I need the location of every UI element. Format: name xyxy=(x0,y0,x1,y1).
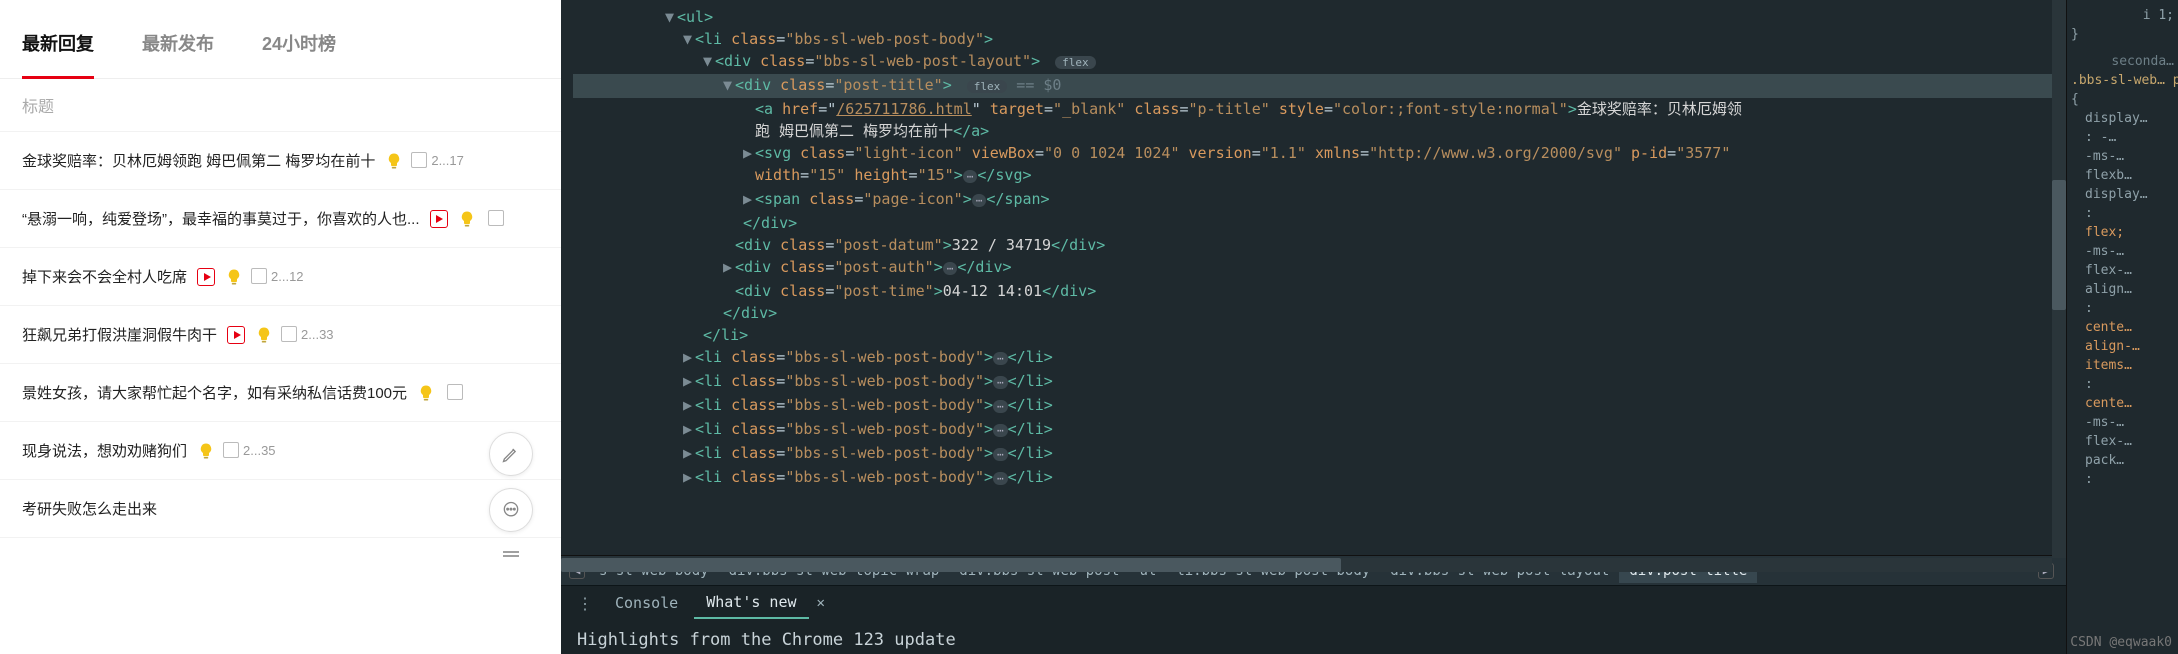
selected-dom-node[interactable]: ▼<div class="post-title"> flex == $0 xyxy=(573,74,2066,98)
tab-latest-reply[interactable]: 最新回复 xyxy=(22,30,94,79)
comment-button[interactable] xyxy=(489,488,533,532)
flex-badge[interactable]: flex xyxy=(1055,56,1096,69)
stack-icon xyxy=(490,212,504,226)
post-row[interactable]: 狂飙兄弟打假洪崖洞假牛肉干 2...33 xyxy=(0,306,561,364)
devtools-panel: ▼<ul> ▼<li class="bbs-sl-web-post-body">… xyxy=(561,0,2178,654)
post-row[interactable]: 景姓女孩，请大家帮忙起个名字，如有采纳私信话费100元 xyxy=(0,364,561,422)
watermark: CSDN @eqwaak0 xyxy=(2070,635,2172,650)
title-filter-input[interactable]: 标题 xyxy=(0,79,561,132)
drawer-headline: Highlights from the Chrome 123 update xyxy=(561,620,2066,654)
stack-icon xyxy=(413,154,427,168)
post-title[interactable]: 狂飙兄弟打假洪崖洞假牛肉干 xyxy=(22,324,217,345)
bulb-icon xyxy=(385,152,403,170)
post-title[interactable]: “悬溺一响，纯爱登场”，最幸福的事莫过于，你喜欢的人也... xyxy=(22,208,420,229)
reply-count[interactable]: 2...33 xyxy=(283,327,334,342)
reply-count[interactable]: 2...35 xyxy=(225,443,276,458)
reply-count[interactable]: 2...12 xyxy=(253,269,304,284)
bulb-icon xyxy=(255,326,273,344)
floating-toolbar xyxy=(489,432,533,564)
devtools-drawer: ⋮ Console What's new ✕ Highlights from t… xyxy=(561,585,2066,654)
bulb-icon xyxy=(197,442,215,460)
bulb-icon xyxy=(417,384,435,402)
tab-24h-rank[interactable]: 24小时榜 xyxy=(262,30,336,66)
vertical-scroll-thumb[interactable] xyxy=(2052,180,2066,310)
drawer-tab-close-icon[interactable]: ✕ xyxy=(813,595,829,611)
tab-bar: 最新回复 最新发布 24小时榜 xyxy=(0,0,561,79)
forum-sidebar: 最新回复 最新发布 24小时榜 标题 金球奖赔率：贝林厄姆领跑 姆巴佩第二 梅罗… xyxy=(0,0,561,654)
stack-icon xyxy=(283,328,297,342)
post-title[interactable]: 掉下来会不会全村人吃席 xyxy=(22,266,187,287)
stack-icon xyxy=(449,386,463,400)
stack-icon xyxy=(225,444,239,458)
post-row[interactable]: 考研失败怎么走出来 xyxy=(0,480,561,538)
post-title[interactable]: 景姓女孩，请大家帮忙起个名字，如有采纳私信话费100元 xyxy=(22,382,407,403)
write-post-button[interactable] xyxy=(489,432,533,476)
dom-tree[interactable]: ▼<ul> ▼<li class="bbs-sl-web-post-body">… xyxy=(561,0,2066,555)
bulb-icon xyxy=(458,210,476,228)
post-title[interactable]: 考研失败怎么走出来 xyxy=(22,498,157,519)
more-tool-button[interactable] xyxy=(489,544,533,564)
play-icon[interactable] xyxy=(197,268,215,286)
post-title[interactable]: 金球奖赔率：贝林厄姆领跑 姆巴佩第二 梅罗均在前十 xyxy=(22,150,375,171)
styles-panel[interactable]: i 1; } seconda… .bbs-sl-web… post-body .… xyxy=(2066,0,2178,654)
tab-latest-post[interactable]: 最新发布 xyxy=(142,30,214,66)
play-icon[interactable] xyxy=(430,210,448,228)
drawer-menu-icon[interactable]: ⋮ xyxy=(571,594,599,613)
post-row[interactable]: 现身说法，想劝劝赌狗们 2...35 xyxy=(0,422,561,480)
play-icon[interactable] xyxy=(227,326,245,344)
post-title[interactable]: 现身说法，想劝劝赌狗们 xyxy=(22,440,187,461)
post-row[interactable]: 掉下来会不会全村人吃席 2...12 xyxy=(0,248,561,306)
post-row[interactable]: 金球奖赔率：贝林厄姆领跑 姆巴佩第二 梅罗均在前十 2...17 xyxy=(0,132,561,190)
reply-count[interactable]: 2...17 xyxy=(413,153,464,168)
bulb-icon xyxy=(225,268,243,286)
post-row[interactable]: “悬溺一响，纯爱登场”，最幸福的事莫过于，你喜欢的人也... xyxy=(0,190,561,248)
post-list: 金球奖赔率：贝林厄姆领跑 姆巴佩第二 梅罗均在前十 2...17 “悬溺一响，纯爱… xyxy=(0,132,561,538)
horizontal-scroll-thumb[interactable] xyxy=(561,558,1341,572)
ellipsis-icon[interactable]: ⋯ xyxy=(963,170,978,183)
drawer-tab-console[interactable]: Console xyxy=(603,588,690,618)
stack-icon xyxy=(253,270,267,284)
elements-panel: ▼<ul> ▼<li class="bbs-sl-web-post-body">… xyxy=(561,0,2066,654)
drawer-tab-whatsnew[interactable]: What's new xyxy=(694,587,808,619)
